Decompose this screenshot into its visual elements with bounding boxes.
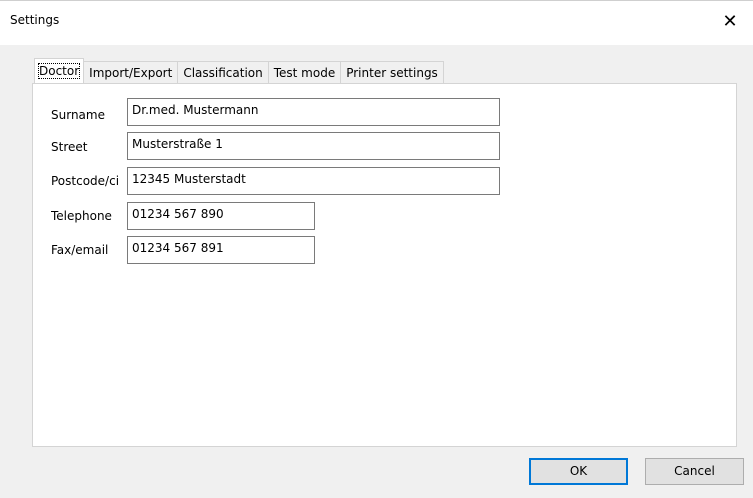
postcode-city-label: Postcode/ci <box>51 174 120 188</box>
tab-strip: Doctor Import/Export Classification Test… <box>34 58 444 84</box>
street-label: Street <box>51 140 88 154</box>
close-icon[interactable]: ✕ <box>715 7 745 37</box>
window-title: Settings <box>10 13 60 27</box>
fax-email-label: Fax/email <box>51 243 109 257</box>
tab-classification[interactable]: Classification <box>178 61 269 84</box>
telephone-field[interactable]: 01234 567 890 <box>127 202 315 230</box>
tab-doctor[interactable]: Doctor <box>34 58 85 84</box>
fax-email-field[interactable]: 01234 567 891 <box>127 236 315 264</box>
surname-field[interactable]: Dr.med. Mustermann <box>127 98 500 126</box>
street-field[interactable]: Musterstraße 1 <box>127 132 500 160</box>
tab-label: Import/Export <box>89 66 173 80</box>
tab-label: Doctor <box>37 63 81 79</box>
ok-button[interactable]: OK <box>529 458 628 485</box>
telephone-label: Telephone <box>51 209 112 223</box>
tab-label: Printer settings <box>346 66 438 80</box>
title-bar: Settings ✕ <box>0 1 753 45</box>
tab-label: Test mode <box>273 66 336 80</box>
tab-printer-settings[interactable]: Printer settings <box>341 61 444 84</box>
postcode-city-field[interactable]: 12345 Musterstadt <box>127 167 500 195</box>
doctor-tab-panel: Surname Dr.med. Mustermann Street Muster… <box>32 83 737 447</box>
tab-label: Classification <box>183 66 263 80</box>
tab-test-mode[interactable]: Test mode <box>268 61 342 84</box>
tab-import-export[interactable]: Import/Export <box>84 61 179 84</box>
settings-dialog: Settings ✕ Doctor Import/Export Classifi… <box>0 0 753 498</box>
surname-label: Surname <box>51 108 105 122</box>
cancel-button[interactable]: Cancel <box>645 458 744 485</box>
